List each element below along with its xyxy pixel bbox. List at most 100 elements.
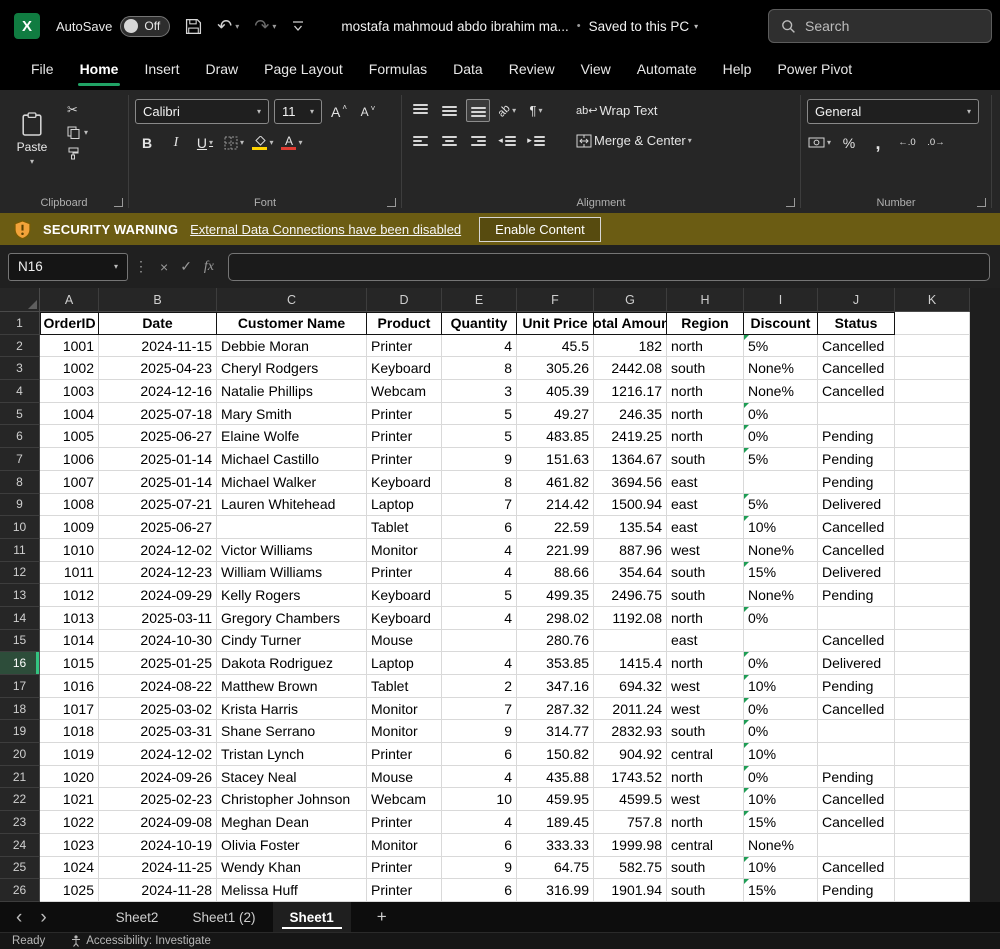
cell-G21[interactable]: 1743.52 — [594, 765, 667, 789]
cell-H6[interactable]: north — [667, 425, 744, 449]
cell-B3[interactable]: 2025-04-23 — [99, 357, 217, 381]
cell-B16[interactable]: 2025-01-25 — [99, 652, 217, 675]
cell-B4[interactable]: 2024-12-16 — [99, 380, 217, 403]
quick-access-customize-button[interactable] — [291, 20, 305, 32]
row-header-16[interactable]: 16 — [0, 652, 40, 675]
cell-F22[interactable]: 459.95 — [517, 788, 594, 812]
cell-F12[interactable]: 88.66 — [517, 561, 594, 585]
cell-K26[interactable] — [895, 879, 970, 902]
cell-B6[interactable]: 2025-06-27 — [99, 425, 217, 449]
column-header-B[interactable]: B — [99, 288, 217, 312]
row-header-9[interactable]: 9 — [0, 493, 40, 517]
paragraph-options-button[interactable]: ¶ ▾ — [524, 99, 548, 122]
cell-H23[interactable]: north — [667, 811, 744, 834]
menu-item-file[interactable]: File — [18, 52, 67, 90]
cell-J20[interactable] — [818, 743, 895, 766]
cell-I5[interactable]: 0% — [744, 402, 818, 426]
cell-J3[interactable]: Cancelled — [818, 357, 895, 381]
cell-A15[interactable]: 1014 — [40, 629, 99, 653]
cell-C11[interactable]: Victor Williams — [217, 538, 367, 562]
cell-E17[interactable]: 2 — [442, 675, 517, 698]
row-header-22[interactable]: 22 — [0, 788, 40, 812]
menu-item-power-pivot[interactable]: Power Pivot — [764, 52, 865, 90]
cell-B22[interactable]: 2025-02-23 — [99, 788, 217, 812]
underline-button[interactable]: U ▾ — [193, 131, 217, 154]
cell-C23[interactable]: Meghan Dean — [217, 811, 367, 834]
cell-J23[interactable]: Cancelled — [818, 811, 895, 834]
cell-A20[interactable]: 1019 — [40, 743, 99, 766]
row-header-21[interactable]: 21 — [0, 765, 40, 789]
borders-button[interactable]: ▾ — [222, 131, 246, 154]
cell-E21[interactable]: 4 — [442, 765, 517, 789]
accessibility-status[interactable]: Accessibility: Investigate — [71, 935, 211, 947]
cell-G9[interactable]: 1500.94 — [594, 493, 667, 517]
cell-A8[interactable]: 1007 — [40, 470, 99, 494]
merge-center-button[interactable]: Merge & Center ▾ — [575, 129, 693, 152]
cell-A26[interactable]: 1025 — [40, 879, 99, 902]
row-header-12[interactable]: 12 — [0, 561, 40, 585]
cell-C18[interactable]: Krista Harris — [217, 697, 367, 721]
cell-I6[interactable]: 0% — [744, 425, 818, 449]
increase-indent-button[interactable]: ▸ — [524, 129, 548, 152]
cell-I12[interactable]: 15% — [744, 561, 818, 585]
cell-G18[interactable]: 2011.24 — [594, 697, 667, 721]
cell-D6[interactable]: Printer — [367, 425, 442, 449]
cell-I4[interactable]: None% — [744, 380, 818, 403]
cell-C13[interactable]: Kelly Rogers — [217, 584, 367, 607]
cell-A2[interactable]: 1001 — [40, 334, 99, 358]
save-button[interactable] — [185, 18, 202, 35]
cell-F20[interactable]: 150.82 — [517, 743, 594, 766]
row-header-26[interactable]: 26 — [0, 879, 40, 902]
cell-K14[interactable] — [895, 606, 970, 630]
cell-B14[interactable]: 2025-03-11 — [99, 606, 217, 630]
cell-F19[interactable]: 314.77 — [517, 720, 594, 744]
cell-B15[interactable]: 2024-10-30 — [99, 629, 217, 653]
cell-E16[interactable]: 4 — [442, 652, 517, 675]
cell-A16[interactable]: 1015 — [40, 652, 99, 675]
cell-B10[interactable]: 2025-06-27 — [99, 516, 217, 539]
cell-E11[interactable]: 4 — [442, 538, 517, 562]
cell-K5[interactable] — [895, 402, 970, 426]
font-name-select[interactable]: Calibri ▾ — [135, 99, 269, 124]
cell-K10[interactable] — [895, 516, 970, 539]
excel-app-icon[interactable]: X — [14, 13, 40, 39]
cell-G20[interactable]: 904.92 — [594, 743, 667, 766]
row-header-24[interactable]: 24 — [0, 833, 40, 857]
redo-button[interactable]: ↷ ▾ — [254, 16, 276, 37]
cell-I3[interactable]: None% — [744, 357, 818, 381]
cell-G11[interactable]: 887.96 — [594, 538, 667, 562]
cell-F8[interactable]: 461.82 — [517, 470, 594, 494]
document-title[interactable]: mostafa mahmoud abdo ibrahim ma... • Sav… — [341, 19, 698, 34]
cell-C19[interactable]: Shane Serrano — [217, 720, 367, 744]
cell-H21[interactable]: north — [667, 765, 744, 789]
select-all-corner[interactable] — [0, 288, 40, 312]
cell-H13[interactable]: south — [667, 584, 744, 607]
row-header-6[interactable]: 6 — [0, 425, 40, 449]
cell-B13[interactable]: 2024-09-29 — [99, 584, 217, 607]
cell-B1[interactable]: Date — [99, 312, 217, 335]
cell-G22[interactable]: 4599.5 — [594, 788, 667, 812]
cell-E23[interactable]: 4 — [442, 811, 517, 834]
cell-E19[interactable]: 9 — [442, 720, 517, 744]
cell-I24[interactable]: None% — [744, 833, 818, 857]
cancel-entry-button[interactable]: × — [160, 259, 168, 275]
cell-I20[interactable]: 10% — [744, 743, 818, 766]
cell-B11[interactable]: 2024-12-02 — [99, 538, 217, 562]
cell-I22[interactable]: 10% — [744, 788, 818, 812]
cell-B5[interactable]: 2025-07-18 — [99, 402, 217, 426]
cut-button[interactable]: ✂ — [67, 102, 88, 118]
cell-J8[interactable]: Pending — [818, 470, 895, 494]
column-header-H[interactable]: H — [667, 288, 744, 312]
row-header-23[interactable]: 23 — [0, 811, 40, 834]
cell-D26[interactable]: Printer — [367, 879, 442, 902]
cell-I19[interactable]: 0% — [744, 720, 818, 744]
column-header-A[interactable]: A — [40, 288, 99, 312]
cell-J1[interactable]: Status — [818, 312, 895, 335]
cell-C17[interactable]: Matthew Brown — [217, 675, 367, 698]
cell-J14[interactable] — [818, 606, 895, 630]
add-sheet-button[interactable]: + — [377, 907, 387, 927]
cell-G8[interactable]: 3694.56 — [594, 470, 667, 494]
cell-D17[interactable]: Tablet — [367, 675, 442, 698]
cell-D12[interactable]: Printer — [367, 561, 442, 585]
cell-G17[interactable]: 694.32 — [594, 675, 667, 698]
